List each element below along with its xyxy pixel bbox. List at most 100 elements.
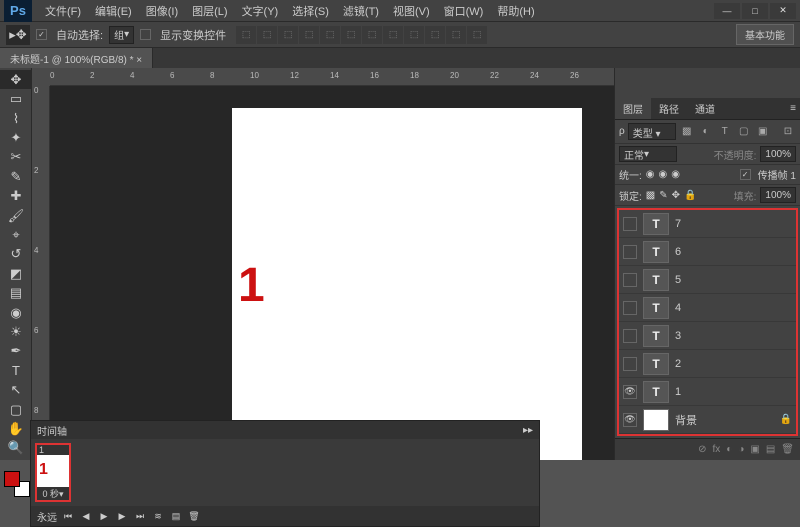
stamp-tool[interactable]: ⌖ <box>0 225 32 244</box>
fill-field[interactable]: 100% <box>760 187 796 203</box>
align-icon[interactable]: ⬚ <box>278 26 298 44</box>
eraser-tool[interactable]: ◩ <box>0 264 32 283</box>
document-canvas[interactable]: 1 <box>232 108 582 460</box>
menu-type[interactable]: 文字(Y) <box>235 0 286 22</box>
last-frame-icon[interactable]: ⏭ <box>133 509 147 523</box>
wand-tool[interactable]: ✦ <box>0 128 32 147</box>
visibility-toggle[interactable] <box>623 329 637 343</box>
visibility-toggle[interactable] <box>623 357 637 371</box>
frame-delay[interactable]: 0 秒▾ <box>37 487 69 500</box>
menu-window[interactable]: 窗口(W) <box>437 0 491 22</box>
lasso-tool[interactable]: ⌇ <box>0 109 32 128</box>
pen-tool[interactable]: ✒ <box>0 342 32 361</box>
color-swatches[interactable] <box>4 471 30 497</box>
path-tool[interactable]: ↖ <box>0 381 32 400</box>
layer-row[interactable]: T7 <box>619 210 796 238</box>
visibility-toggle[interactable]: 👁 <box>623 413 637 427</box>
filter-adjust-icon[interactable]: ◐ <box>698 124 714 140</box>
layer-row[interactable]: T6 <box>619 238 796 266</box>
zoom-tool[interactable]: 🔍 <box>0 439 32 458</box>
tab-channels[interactable]: 通道 <box>687 98 723 119</box>
layer-row[interactable]: T3 <box>619 322 796 350</box>
trash-icon[interactable]: 🗑 <box>781 444 794 455</box>
filter-shape-icon[interactable]: ▢ <box>736 124 752 140</box>
filter-icon[interactable]: ρ <box>619 126 625 137</box>
group-icon[interactable]: ▣ <box>750 444 759 455</box>
align-icon[interactable]: ⬚ <box>299 26 319 44</box>
layer-row[interactable]: T5 <box>619 266 796 294</box>
gradient-tool[interactable]: ▤ <box>0 283 32 302</box>
align-icon[interactable]: ⬚ <box>383 26 403 44</box>
menu-filter[interactable]: 滤镜(T) <box>336 0 386 22</box>
type-tool[interactable]: T <box>0 361 32 380</box>
menu-image[interactable]: 图像(I) <box>139 0 185 22</box>
first-frame-icon[interactable]: ⏮ <box>61 509 75 523</box>
new-layer-icon[interactable]: ▤ <box>766 444 775 455</box>
window-minimize[interactable]: — <box>714 3 740 19</box>
align-icon[interactable]: ⬚ <box>425 26 445 44</box>
new-frame-icon[interactable]: ▤ <box>169 509 183 523</box>
move-tool-icon[interactable]: ▸✥ <box>6 25 30 45</box>
animation-frame[interactable]: 110 秒▾ <box>35 443 71 502</box>
tab-paths[interactable]: 路径 <box>651 98 687 119</box>
history-brush-tool[interactable]: ↺ <box>0 245 32 264</box>
window-maximize[interactable]: □ <box>742 3 768 19</box>
filter-type-icon[interactable]: T <box>717 124 733 140</box>
align-icon[interactable]: ⬚ <box>341 26 361 44</box>
align-icon[interactable]: ⬚ <box>446 26 466 44</box>
document-tab[interactable]: 未标题-1 @ 100%(RGB/8) * × <box>0 48 153 68</box>
menu-help[interactable]: 帮助(H) <box>490 0 541 22</box>
tween-icon[interactable]: ≋ <box>151 509 165 523</box>
visibility-toggle[interactable] <box>623 301 637 315</box>
delete-frame-icon[interactable]: 🗑 <box>187 509 201 523</box>
window-close[interactable]: ✕ <box>770 3 796 19</box>
visibility-toggle[interactable] <box>623 245 637 259</box>
align-icon[interactable]: ⬚ <box>236 26 256 44</box>
show-transform-checkbox[interactable] <box>140 29 151 40</box>
prev-frame-icon[interactable]: ◀ <box>79 509 93 523</box>
eyedropper-tool[interactable]: ✎ <box>0 167 32 186</box>
dodge-tool[interactable]: ☀ <box>0 322 32 341</box>
brush-tool[interactable]: 🖌 <box>0 206 32 225</box>
lock-trans-icon[interactable]: ▩ <box>646 190 655 201</box>
unify-icon[interactable]: ◉ <box>646 169 655 180</box>
menu-select[interactable]: 选择(S) <box>285 0 336 22</box>
unify-icon[interactable]: ◉ <box>659 169 668 180</box>
foreground-color-swatch[interactable] <box>4 471 20 487</box>
unify-icon[interactable]: ◉ <box>671 169 680 180</box>
auto-select-checkbox[interactable] <box>36 29 47 40</box>
align-icon[interactable]: ⬚ <box>320 26 340 44</box>
fx-icon[interactable]: fx <box>713 444 721 455</box>
canvas-area[interactable]: 02468101214161820222426 02468 1 <box>32 68 614 460</box>
align-icon[interactable]: ⬚ <box>467 26 487 44</box>
mask-icon[interactable]: ◐ <box>726 444 732 455</box>
layer-row[interactable]: 👁T1 <box>619 378 796 406</box>
link-icon[interactable]: ⊘ <box>698 444 706 455</box>
auto-select-target[interactable]: 组 ▾ <box>109 26 134 44</box>
visibility-toggle[interactable] <box>623 273 637 287</box>
shape-tool[interactable]: ▢ <box>0 400 32 419</box>
menu-layer[interactable]: 图层(L) <box>185 0 234 22</box>
propagate-checkbox[interactable] <box>740 169 751 180</box>
filter-pixel-icon[interactable]: ▩ <box>679 124 695 140</box>
align-icon[interactable]: ⬚ <box>404 26 424 44</box>
layer-row[interactable]: T4 <box>619 294 796 322</box>
next-frame-icon[interactable]: ▶ <box>115 509 129 523</box>
layer-row[interactable]: T2 <box>619 350 796 378</box>
panel-menu-icon[interactable]: ≡ <box>786 98 800 119</box>
menu-view[interactable]: 视图(V) <box>386 0 437 22</box>
blur-tool[interactable]: ◉ <box>0 303 32 322</box>
menu-edit[interactable]: 编辑(E) <box>88 0 139 22</box>
menu-file[interactable]: 文件(F) <box>38 0 88 22</box>
layer-row[interactable]: 👁背景🔒 <box>619 406 796 434</box>
visibility-toggle[interactable] <box>623 217 637 231</box>
align-icon[interactable]: ⬚ <box>362 26 382 44</box>
tab-layers[interactable]: 图层 <box>615 98 651 119</box>
filter-toggle-icon[interactable]: ⊡ <box>780 124 796 140</box>
move-tool[interactable]: ✥ <box>0 70 32 89</box>
marquee-tool[interactable]: ▭ <box>0 89 32 108</box>
adjust-icon[interactable]: ◑ <box>738 444 744 455</box>
hand-tool[interactable]: ✋ <box>0 419 32 438</box>
lock-all-icon[interactable]: 🔒 <box>684 190 696 201</box>
lock-pos-icon[interactable]: ✥ <box>672 190 680 201</box>
